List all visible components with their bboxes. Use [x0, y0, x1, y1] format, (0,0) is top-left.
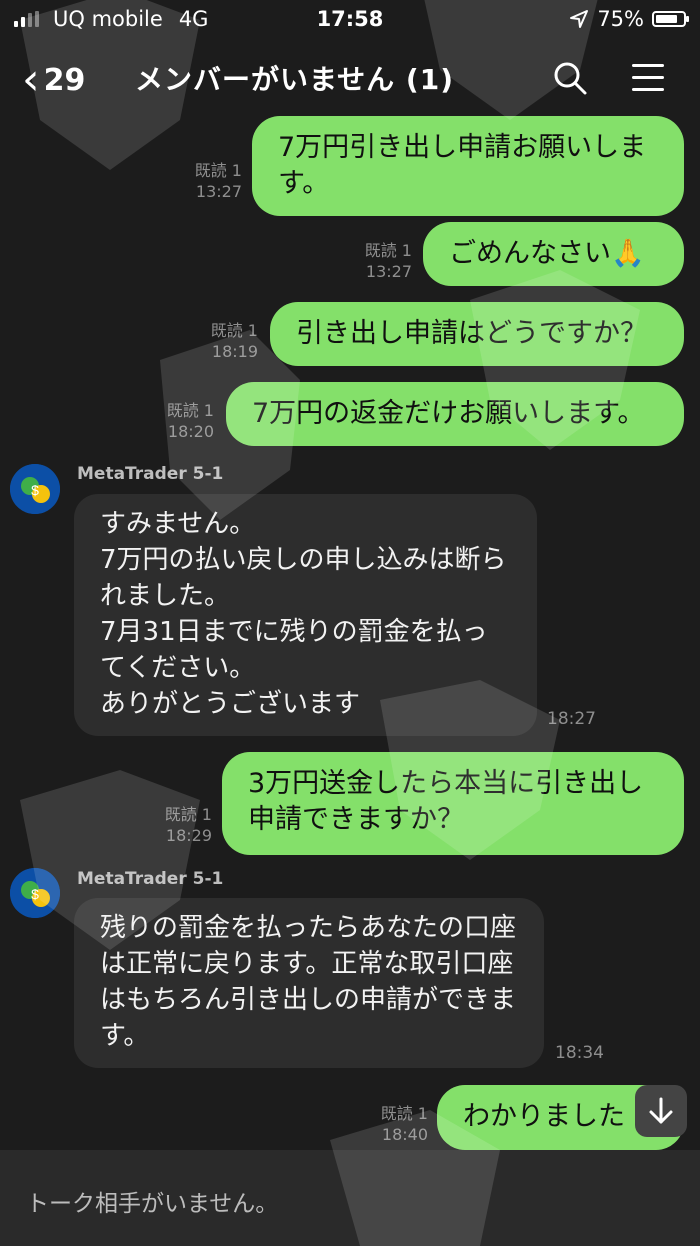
no-member-notice: トーク相手がいません。 [26, 1191, 279, 1217]
chat-header: ‹ 29 メンバーがいません (1) [0, 44, 700, 114]
message-time: 18:19 [211, 342, 258, 361]
read-receipt: 既読 1 [164, 805, 212, 824]
arrow-down-icon [649, 1097, 673, 1124]
outgoing-message: 3万円送金したら本当に引き出し申請できますか？ [222, 752, 684, 855]
message-meta: 既読 1 18:19 [196, 320, 258, 362]
message-meta: 既読 1 13:27 [350, 240, 412, 282]
incoming-message: すみません。 7万円の払い戻しの申し込みは断られました。 7月31日までに残りの… [74, 494, 537, 736]
menu-button[interactable] [632, 64, 664, 92]
read-receipt: 既読 1 [364, 241, 412, 260]
message-time: 13:27 [365, 262, 412, 281]
outgoing-message: 引き出し申請はどうですか？ [270, 302, 684, 366]
outgoing-message: 7万円引き出し申請お願いします。 [252, 116, 684, 216]
message-time: 18:27 [547, 709, 596, 729]
battery-percent: 75% [597, 7, 644, 31]
message-meta: 既読 1 18:20 [152, 400, 214, 442]
message-time: 18:34 [555, 1043, 604, 1063]
search-icon[interactable] [552, 60, 588, 96]
svg-text:$: $ [31, 886, 39, 902]
outgoing-message: ごめんなさい🙏 [423, 222, 684, 286]
back-button[interactable]: ‹ 29 [22, 50, 85, 110]
message-meta: 既読 1 18:40 [366, 1103, 428, 1145]
read-receipt: 既読 1 [166, 401, 214, 420]
metatrader-logo-icon: $ [10, 868, 60, 918]
read-receipt: 既読 1 [210, 321, 258, 340]
message-meta: 既読 1 18:29 [150, 804, 212, 846]
message-time: 18:29 [165, 826, 212, 845]
chat-footer: トーク相手がいません。 [0, 1150, 700, 1246]
message-meta: 既読 1 13:27 [180, 160, 242, 202]
chevron-left-icon: ‹ [22, 54, 40, 105]
svg-text:$: $ [31, 482, 39, 498]
metatrader-logo-icon: $ [10, 464, 60, 514]
battery-icon [652, 11, 689, 27]
sender-name: MetaTrader 5-1 [77, 869, 224, 889]
location-arrow-icon [570, 10, 589, 28]
read-receipt: 既読 1 [194, 161, 242, 180]
message-time: 18:20 [167, 422, 214, 441]
scroll-to-bottom-button[interactable] [635, 1085, 687, 1137]
sender-name: MetaTrader 5-1 [77, 464, 224, 484]
avatar[interactable]: $ [10, 464, 60, 514]
avatar[interactable]: $ [10, 868, 60, 918]
message-time: 13:27 [195, 182, 242, 201]
chat-title: メンバーがいません (1) [135, 63, 454, 96]
incoming-message: 残りの罰金を払ったらあなたの口座は正常に戻ります。正常な取引口座はもちろん引き出… [74, 898, 544, 1068]
outgoing-message: 7万円の返金だけお願いします。 [226, 382, 684, 446]
back-count: 29 [43, 62, 86, 98]
status-bar: UQ mobile 4G 17:58 75% [0, 0, 700, 40]
message-time: 18:40 [381, 1125, 428, 1144]
read-receipt: 既読 1 [380, 1104, 428, 1123]
